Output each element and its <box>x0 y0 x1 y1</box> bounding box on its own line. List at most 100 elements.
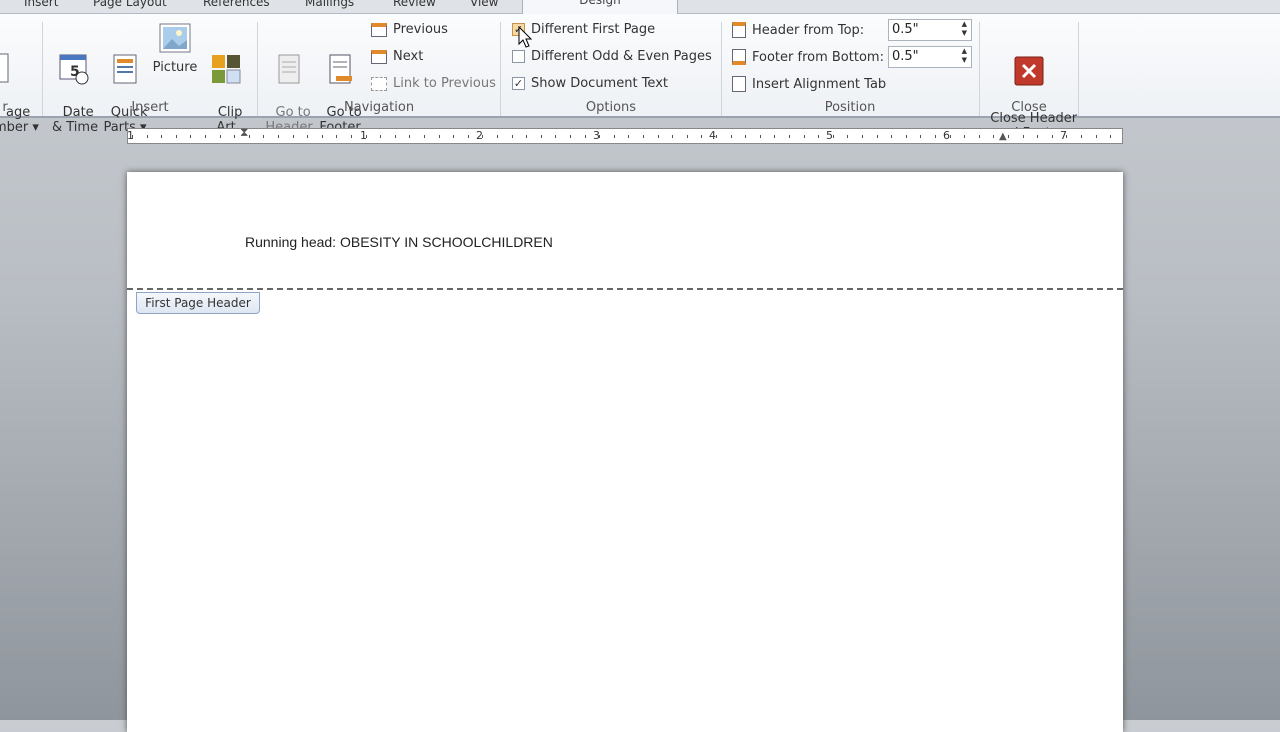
footer-from-bottom-spinner[interactable]: 0.5"▲▼ <box>888 46 972 68</box>
ruler-tick <box>176 135 177 138</box>
ruler-tick <box>541 135 542 138</box>
tab-page-layout[interactable]: Page Layout <box>93 0 167 9</box>
ruler-tick <box>1008 135 1009 138</box>
picture-button[interactable]: Picture <box>152 22 198 75</box>
quick-parts-icon <box>109 52 141 86</box>
ribbon-tabs: Insert Page Layout References Mailings R… <box>0 0 1280 14</box>
picture-label: Picture <box>153 60 198 75</box>
ruler-tick <box>439 135 440 138</box>
ruler-tick <box>643 135 644 138</box>
page-number-button[interactable]: # age mber ▾ <box>0 22 34 135</box>
ruler-tick <box>672 135 673 138</box>
horizontal-ruler[interactable]: 1 1 2 3 4 5 6 7 ⧗ ▲ <box>127 128 1123 144</box>
divider <box>1078 22 1079 116</box>
ruler-tick <box>1066 135 1067 138</box>
next-icon <box>371 50 387 64</box>
ruler-tick <box>804 135 805 138</box>
next-label: Next <box>393 49 423 64</box>
show-document-text-label: Show Document Text <box>531 76 668 91</box>
header-from-top-spinner[interactable]: 0.5"▲▼ <box>888 19 972 41</box>
spin-arrows-icon[interactable]: ▲▼ <box>962 20 967 38</box>
page-number-icon: # <box>0 52 18 86</box>
alignment-tab-icon <box>732 76 746 92</box>
ruler-tick <box>716 135 717 138</box>
ruler-tick <box>818 135 819 138</box>
ruler-tick <box>351 135 352 138</box>
ruler-tick <box>745 135 746 138</box>
indent-marker-icon[interactable]: ⧗ <box>240 125 248 140</box>
close-header-footer-button[interactable]: Close Header and Footer <box>982 26 1076 141</box>
ruler-tick <box>249 135 250 138</box>
ruler-tick <box>322 135 323 138</box>
ruler-tick <box>424 135 425 138</box>
ruler-tick <box>161 135 162 138</box>
ruler-tick <box>950 135 951 138</box>
show-document-text-checkbox[interactable]: ✓Show Document Text <box>512 76 668 91</box>
tab-mailings[interactable]: Mailings <box>305 0 354 9</box>
ruler-tick <box>366 135 367 138</box>
ruler-tick <box>658 135 659 138</box>
group-label-header-footer: r <box>0 100 10 115</box>
ruler-tick <box>380 135 381 138</box>
group-label-position: Position <box>722 100 978 115</box>
ruler-tick <box>585 135 586 138</box>
tab-references[interactable]: References <box>203 0 270 9</box>
ruler-tick <box>555 135 556 138</box>
ruler-tick <box>1052 135 1053 138</box>
ruler-tick <box>701 135 702 138</box>
previous-label: Previous <box>393 22 448 37</box>
ruler-tick <box>935 135 936 138</box>
clip-art-button[interactable]: Clip Art <box>204 22 248 135</box>
ruler-tick <box>731 135 732 138</box>
tab-review[interactable]: Review <box>393 0 436 9</box>
different-odd-even-checkbox[interactable]: Different Odd & Even Pages <box>512 49 712 64</box>
go-to-footer-button[interactable]: Go to Footer <box>316 22 364 135</box>
go-to-header-button[interactable]: Go to Header <box>264 22 314 135</box>
tab-design[interactable]: Design <box>522 0 678 15</box>
header-boundary-line <box>127 288 1123 290</box>
group-label-navigation: Navigation <box>258 100 500 115</box>
ruler-tick <box>1110 135 1111 138</box>
ruler-tick <box>205 135 206 138</box>
different-first-page-label: Different First Page <box>531 22 655 37</box>
ruler-tick <box>468 135 469 138</box>
ruler-tick <box>920 135 921 138</box>
ruler-tick <box>774 135 775 138</box>
right-indent-marker-icon[interactable]: ▲ <box>999 131 1007 142</box>
ruler-tick <box>906 135 907 138</box>
ruler-tick <box>979 135 980 138</box>
group-label-insert: Insert <box>44 100 256 115</box>
ruler-tick <box>453 135 454 138</box>
insert-alignment-tab-button[interactable]: Insert Alignment Tab <box>732 76 886 92</box>
document-page[interactable]: Running head: OBESITY IN SCHOOLCHILDREN … <box>127 172 1123 732</box>
quick-parts-button[interactable]: Quick Parts ▾ <box>102 22 148 135</box>
running-head-text[interactable]: Running head: OBESITY IN SCHOOLCHILDREN <box>245 234 553 250</box>
ruler-tick <box>760 135 761 138</box>
ruler-tick <box>964 135 965 138</box>
footer-position-icon <box>732 49 746 65</box>
insert-alignment-tab-label: Insert Alignment Tab <box>752 77 886 92</box>
ruler-tick <box>190 135 191 138</box>
footer-from-bottom-label: Footer from Bottom: <box>732 49 884 65</box>
ruler-tick <box>132 135 133 138</box>
header-from-top-text: Header from Top: <box>752 23 864 38</box>
group-label-options: Options <box>501 100 721 115</box>
tab-insert[interactable]: Insert <box>24 0 58 9</box>
next-button[interactable]: Next <box>371 49 423 64</box>
ruler-tick <box>526 135 527 138</box>
ruler-tick <box>833 135 834 138</box>
ruler-tick <box>293 135 294 138</box>
spin-arrows-icon[interactable]: ▲▼ <box>962 47 967 65</box>
picture-icon <box>159 22 191 56</box>
previous-button[interactable]: Previous <box>371 22 448 37</box>
go-to-header-icon <box>273 52 305 86</box>
ruler-tick <box>234 135 235 138</box>
mouse-cursor-icon <box>518 26 534 50</box>
link-to-previous-button[interactable]: Link to Previous <box>371 76 496 91</box>
ruler-tick <box>307 135 308 138</box>
ruler-tick <box>263 135 264 138</box>
tab-view[interactable]: View <box>470 0 498 9</box>
link-to-previous-label: Link to Previous <box>393 76 496 91</box>
ruler-tick <box>891 135 892 138</box>
date-time-button[interactable]: 5 Date & Time <box>52 22 96 135</box>
